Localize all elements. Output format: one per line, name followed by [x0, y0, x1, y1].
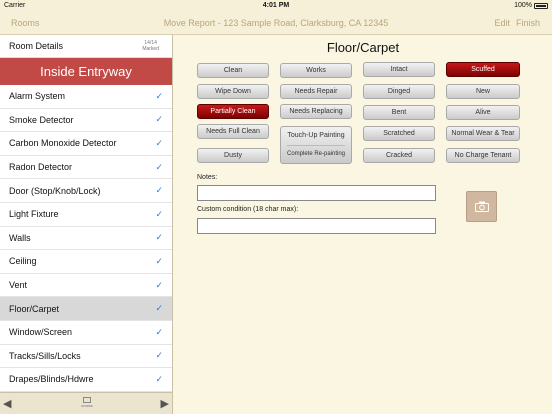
room-details-label: Room Details — [9, 41, 64, 51]
wipe-down-button[interactable]: Wipe Down — [197, 84, 269, 99]
nav-bar: Rooms Move Report - 123 Sample Road, Cla… — [0, 11, 552, 35]
clean-button[interactable]: Clean — [197, 63, 269, 78]
dusty-button[interactable]: Dusty — [197, 148, 269, 163]
checkmark-icon: ✓ — [155, 185, 163, 196]
sidebar-item[interactable]: Radon Detector ✓ — [0, 156, 172, 180]
checkmark-icon: ✓ — [155, 90, 163, 101]
main-panel: Floor/Carpet Clean Wipe Down Partially C… — [174, 35, 552, 414]
checkmark-icon: ✓ — [155, 208, 163, 219]
sidebar-item-label: Walls — [9, 232, 31, 243]
partially-clean-button[interactable]: Partially Clean — [197, 104, 269, 119]
sidebar-item[interactable]: Light Fixture ✓ — [0, 203, 172, 227]
checkmark-icon: ✓ — [155, 350, 163, 361]
sidebar-item[interactable]: Door (Stop/Knob/Lock) ✓ — [0, 179, 172, 203]
sidebar-item-label: Alarm System — [9, 91, 66, 102]
report-title: Move Report - 123 Sample Road, Clarksbur… — [163, 18, 389, 28]
rooms-icon[interactable]: ROOMS — [79, 397, 95, 411]
notes-label: Notes: — [197, 174, 218, 181]
page-title: Floor/Carpet — [326, 40, 400, 55]
needs-replacing-button[interactable]: Needs Replacing — [280, 104, 352, 119]
finish-button[interactable]: Finish — [516, 11, 540, 35]
alive-button[interactable]: Alive — [446, 105, 520, 120]
sidebar-item-label: Door (Stop/Knob/Lock) — [9, 185, 101, 196]
no-charge-tenant-button[interactable]: No Charge Tenant — [446, 148, 520, 163]
new-button[interactable]: New — [446, 84, 520, 99]
sidebar-item[interactable]: Carbon Monoxide Detector ✓ — [0, 132, 172, 156]
scuffed-button[interactable]: Scuffed — [446, 62, 520, 77]
sidebar-item[interactable]: Tracks/Sills/Locks ✓ — [0, 345, 172, 369]
sidebar-item[interactable]: Floor/Carpet ✓ — [0, 297, 172, 321]
scratched-button[interactable]: Scratched — [363, 126, 435, 141]
dinged-button[interactable]: Dinged — [363, 84, 435, 99]
next-room-icon[interactable]: ▶ — [161, 397, 169, 410]
battery-icon — [534, 2, 548, 9]
touch-up-painting-button[interactable]: Touch-Up Painting — [287, 127, 344, 145]
checkmark-icon: ✓ — [155, 232, 163, 243]
complete-repainting-button[interactable]: Complete Re-painting — [286, 144, 346, 164]
bent-button[interactable]: Bent — [363, 105, 435, 120]
sidebar-item-label: Ceiling — [9, 256, 37, 267]
camera-button[interactable] — [466, 191, 497, 222]
rooms-icon-label: ROOMS — [81, 404, 93, 408]
painting-button-group: Touch-Up Painting Complete Re-painting — [280, 126, 352, 164]
clock: 4:01 PM — [262, 2, 290, 9]
checkmark-icon: ✓ — [155, 373, 163, 384]
sidebar-item[interactable]: Alarm System ✓ — [0, 85, 172, 109]
sidebar-item-label: Carbon Monoxide Detector — [9, 138, 117, 149]
sidebar-item[interactable]: Drapes/Blinds/Hdwre ✓ — [0, 368, 172, 392]
battery-percent: 100% — [514, 2, 532, 9]
checkmark-icon: ✓ — [155, 114, 163, 125]
checkmark-icon: ✓ — [155, 303, 163, 314]
sidebar-item[interactable]: Walls ✓ — [0, 227, 172, 251]
custom-condition-field[interactable] — [197, 218, 436, 234]
sidebar-item-label: Floor/Carpet — [9, 303, 60, 314]
sidebar-item[interactable]: Window/Screen ✓ — [0, 321, 172, 345]
room-details-header[interactable]: Room Details 14/14 Marked — [0, 35, 172, 58]
custom-condition-label: Custom condition (18 char max): — [197, 206, 299, 213]
needs-full-clean-button[interactable]: Needs Full Clean — [197, 124, 269, 139]
sidebar-item[interactable]: Ceiling ✓ — [0, 250, 172, 274]
sidebar-item[interactable]: Smoke Detector ✓ — [0, 109, 172, 133]
battery-indicator: 100% — [514, 0, 548, 11]
camera-icon — [474, 201, 489, 212]
sidebar-item-label: Window/Screen — [9, 327, 73, 338]
checkmark-icon: ✓ — [155, 255, 163, 266]
normal-wear-button[interactable]: Normal Wear & Tear — [446, 126, 520, 141]
sidebar-item-label: Tracks/Sills/Locks — [9, 350, 81, 361]
intact-button[interactable]: Intact — [363, 62, 435, 77]
sidebar-item-label: Radon Detector — [9, 162, 73, 173]
status-bar: Carrier 4:01 PM 100% — [0, 0, 552, 11]
checkmark-icon: ✓ — [155, 137, 163, 148]
sidebar: Room Details 14/14 Marked Inside Entrywa… — [0, 35, 173, 414]
sidebar-toolbar: ◀ ROOMS ▶ — [0, 392, 172, 414]
works-button[interactable]: Works — [280, 63, 352, 78]
marked-count-label: Marked — [142, 46, 159, 52]
sidebar-item-label: Light Fixture — [9, 209, 59, 220]
sidebar-item-label: Drapes/Blinds/Hdwre — [9, 374, 94, 385]
sidebar-item-label: Smoke Detector — [9, 114, 74, 125]
cracked-button[interactable]: Cracked — [363, 148, 435, 163]
notes-field[interactable] — [197, 185, 436, 201]
marked-count: 14/14 Marked — [142, 40, 159, 52]
checkmark-icon: ✓ — [155, 326, 163, 337]
section-title: Inside Entryway — [0, 58, 172, 85]
sidebar-item[interactable]: Vent ✓ — [0, 274, 172, 298]
checkmark-icon: ✓ — [155, 279, 163, 290]
edit-button[interactable]: Edit — [494, 11, 510, 35]
item-list: Alarm System ✓ Smoke Detector ✓ Carbon Monox… — [0, 85, 172, 392]
checkmark-icon: ✓ — [155, 161, 163, 172]
needs-repair-button[interactable]: Needs Repair — [280, 84, 352, 99]
sidebar-item-label: Vent — [9, 280, 28, 291]
previous-room-icon[interactable]: ◀ — [3, 397, 11, 410]
